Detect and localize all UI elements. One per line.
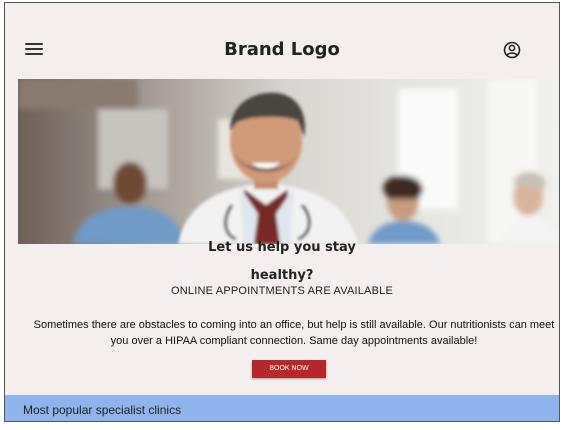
hero-image	[18, 79, 559, 244]
account-icon[interactable]	[503, 41, 521, 59]
header: Brand Logo	[5, 3, 559, 79]
subheading: ONLINE APPOINTMENTS ARE AVAILABLE	[171, 285, 393, 297]
footer-link[interactable]: Most popular specialist clinics	[23, 403, 181, 417]
brand-logo[interactable]: Brand Logo	[5, 39, 559, 60]
body-text: Sometimes there are obstacles to coming …	[33, 319, 555, 347]
page-frame: Brand Logo Let us help you stay healthy?…	[4, 2, 560, 422]
hero-heading-line2: healthy?	[250, 268, 314, 283]
book-now-button[interactable]: BOOK NOW	[252, 360, 326, 378]
hero-heading-line1: Let us help you stay	[208, 240, 356, 255]
footer-bar: Most popular specialist clinics	[5, 395, 559, 421]
